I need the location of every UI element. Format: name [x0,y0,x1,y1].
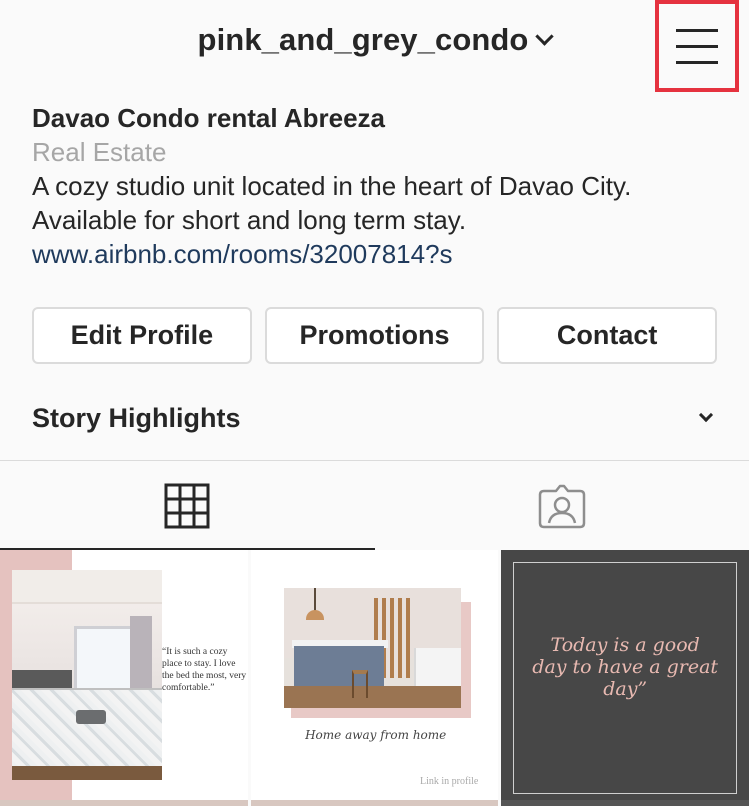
post-thumbnail-peek[interactable] [250,800,499,806]
post-thumbnail[interactable]: Today is a good day to have a great day” [501,550,749,806]
tagged-person-icon [538,484,585,528]
story-highlights-label: Story Highlights [32,402,241,433]
profile-name: Davao Condo rental Abreeza [32,103,386,133]
posts-grid: “It is such a cozy place to stay. I love… [0,550,749,806]
chevron-down-icon[interactable] [698,407,714,423]
post-thumbnail-peek[interactable] [501,800,749,806]
post-thumbnail-peek[interactable] [0,800,248,806]
promotions-button[interactable]: Promotions [264,307,485,364]
tab-tagged[interactable] [375,461,749,550]
next-row-peek [0,800,749,806]
username-switcher[interactable]: pink_and_grey_condo [0,22,749,58]
profile-category: Real Estate [32,137,167,167]
bio-line-1: A cozy studio unit located in the heart … [32,171,632,201]
bedroom-photo [12,570,162,780]
profile-bio: Davao Condo rental Abreeza Real Estate A… [32,101,732,271]
bio-line-2: Available for short and long term stay. [32,205,467,235]
username-label[interactable]: pink_and_grey_condo [198,22,529,57]
post-thumbnail[interactable]: “It is such a cozy place to stay. I love… [0,550,248,806]
post-quote: Today is a good day to have a great day” [532,634,719,700]
profile-actions: Edit Profile Promotions Contact [32,307,718,364]
post-quote: “It is such a cozy place to stay. I love… [162,647,247,693]
contact-button[interactable]: Contact [497,307,718,364]
menu-bar [676,60,718,64]
post-caption: Home away from home [305,728,447,742]
menu-bar [676,44,718,48]
post-thumbnail[interactable]: Home away from home Link in profile [250,550,499,806]
kitchen-photo [283,588,461,708]
story-highlights-toggle[interactable]: Story Highlights [32,398,717,438]
tab-grid[interactable] [0,461,375,550]
edit-profile-button[interactable]: Edit Profile [32,307,252,364]
grid-icon [164,483,210,528]
profile-tabs [0,461,749,550]
post-small-text: Link in profile [420,776,479,787]
profile-header: pink_and_grey_condo [0,0,749,92]
menu-bar [676,28,718,32]
chevron-down-icon[interactable] [535,27,555,46]
hamburger-menu-icon[interactable] [655,0,739,92]
profile-link[interactable]: www.airbnb.com/rooms/32007814?s [32,237,732,271]
